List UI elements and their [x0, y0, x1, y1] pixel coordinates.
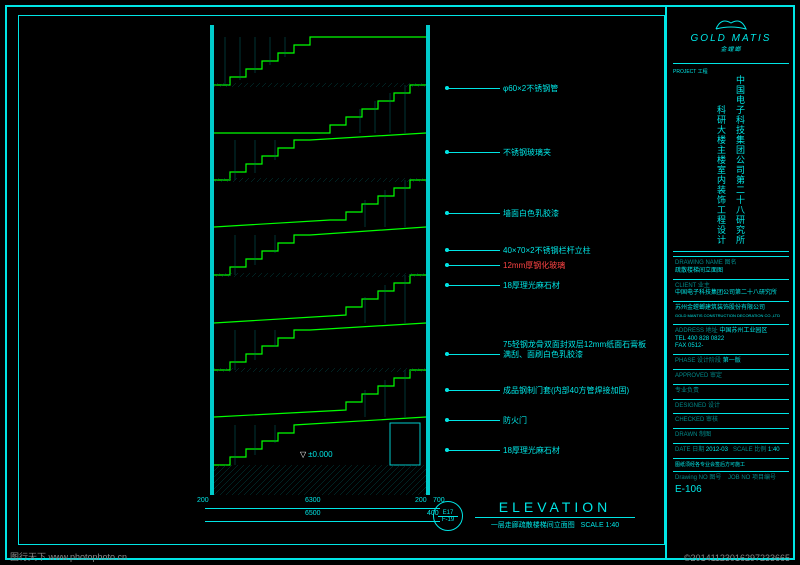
titleblock: GOLD MATIS 金螳螂 PROJECT 工程 科研大楼主楼室内装饰工程设计…: [665, 5, 795, 560]
annotation-1: φ60×2不锈钢管: [445, 83, 558, 94]
watermark-left: 图行天下 www.photophoto.cn: [10, 550, 127, 563]
annotation-4: 40×70×2不锈钢栏杆立柱: [445, 245, 591, 256]
elevation-title: ELEVATION: [475, 499, 635, 517]
dimension-block: 200 6300 200 700 6500 400: [205, 500, 440, 530]
stair-section-drawing: [210, 25, 430, 495]
annotation-8: 成品钢制门套(内部40方管焊接加固): [445, 385, 629, 396]
detail-bubble: E17F-19: [433, 501, 463, 531]
annotation-9: 防火门: [445, 415, 527, 426]
annotation-5: 12mm厚钢化玻璃: [445, 260, 565, 271]
annotation-3: 墙面白色乳胶漆: [445, 208, 559, 219]
annotation-6: 18厚理光麻石材: [445, 280, 560, 291]
watermark-right: ©20141123016297233665: [684, 553, 790, 563]
annotation-10: 18厚理光麻石材: [445, 445, 560, 456]
company-logo: GOLD MATIS 金螳螂: [673, 9, 789, 59]
elevation-title-block: E17F-19 ELEVATION 一层走廊疏散楼梯间立面图 SCALE 1:4…: [475, 499, 635, 530]
annotation-7: 75轻钢龙骨双面封双层12mm纸面石膏板 满刮、面刷白色乳胶漆: [445, 340, 653, 359]
annotation-2: 不锈钢玻璃夹: [445, 147, 551, 158]
level-marker-ground: ±0.000: [300, 450, 333, 459]
